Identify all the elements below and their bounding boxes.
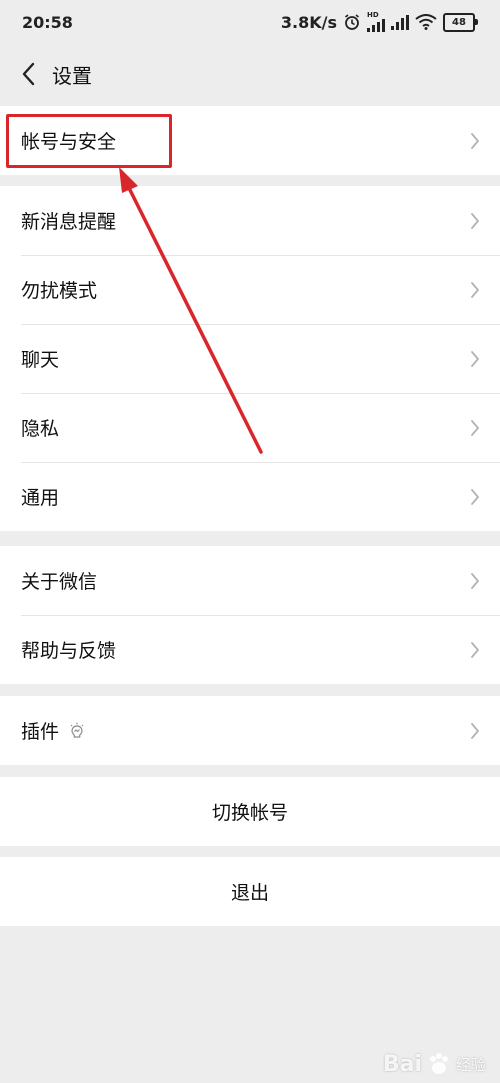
settings-item-label: 勿扰模式 xyxy=(21,280,98,302)
annotation-highlight-box xyxy=(6,114,172,168)
settings-group-about: 关于微信 帮助与反馈 xyxy=(0,546,500,684)
settings-item-plugins[interactable]: 插件 xyxy=(0,696,500,765)
chevron-left-icon xyxy=(22,62,35,86)
battery-level: 48 xyxy=(443,12,475,32)
status-icons: 3.8K/s HD 48 xyxy=(281,12,478,32)
chevron-right-icon xyxy=(470,488,480,506)
settings-item-label: 通用 xyxy=(21,487,60,509)
signal-icon-2 xyxy=(391,14,409,30)
status-time: 20:58 xyxy=(22,12,73,32)
chevron-right-icon xyxy=(470,132,480,150)
switch-account-label: 切换帐号 xyxy=(211,802,288,824)
wifi-icon xyxy=(415,14,437,30)
status-bar: 20:58 3.8K/s HD 48 xyxy=(0,0,500,44)
hd-label: HD xyxy=(367,11,379,19)
hd-signal-group: HD xyxy=(367,12,385,32)
page-title: 设置 xyxy=(52,63,92,88)
nav-bar: 设置 xyxy=(0,44,500,104)
watermark-suffix: 经验 xyxy=(455,1055,486,1074)
chevron-right-icon xyxy=(470,281,480,299)
settings-item-do-not-disturb[interactable]: 勿扰模式 xyxy=(0,255,500,324)
paw-logo-icon xyxy=(429,1053,448,1074)
settings-item-label: 聊天 xyxy=(21,349,60,371)
logout-group: 退出 xyxy=(0,857,500,926)
switch-account-group: 切换帐号 xyxy=(0,777,500,846)
plugin-bulb-icon xyxy=(70,722,84,738)
watermark-brand: Bai xyxy=(382,1051,422,1077)
settings-item-new-message[interactable]: 新消息提醒 xyxy=(0,186,500,255)
settings-item-privacy[interactable]: 隐私 xyxy=(0,393,500,462)
switch-account-button[interactable]: 切换帐号 xyxy=(0,777,500,846)
chevron-right-icon xyxy=(470,212,480,230)
chevron-right-icon xyxy=(470,572,480,590)
settings-item-label: 隐私 xyxy=(21,418,60,440)
chevron-right-icon xyxy=(470,419,480,437)
settings-item-label: 帮助与反馈 xyxy=(21,640,117,662)
settings-item-about-wechat[interactable]: 关于微信 xyxy=(0,546,500,615)
chevron-right-icon xyxy=(470,722,480,740)
settings-group-plugins: 插件 xyxy=(0,696,500,765)
battery-icon: 48 xyxy=(443,12,478,32)
back-button[interactable] xyxy=(4,44,52,104)
settings-item-label-wrap: 插件 xyxy=(21,717,85,744)
settings-item-label: 新消息提醒 xyxy=(21,211,117,233)
chevron-right-icon xyxy=(470,641,480,659)
settings-item-chat[interactable]: 聊天 xyxy=(0,324,500,393)
net-speed: 3.8K/s xyxy=(280,12,337,32)
signal-icon-1 xyxy=(367,19,385,32)
baidu-watermark: Bai 经验 xyxy=(383,1051,486,1077)
settings-item-label: 关于微信 xyxy=(21,571,98,593)
chevron-right-icon xyxy=(470,350,480,368)
settings-item-help-feedback[interactable]: 帮助与反馈 xyxy=(0,615,500,684)
alarm-icon xyxy=(345,14,359,30)
logout-label: 退出 xyxy=(230,882,269,904)
settings-group-general: 新消息提醒 勿扰模式 聊天 隐私 通用 xyxy=(0,186,500,531)
settings-item-general[interactable]: 通用 xyxy=(0,462,500,531)
logout-button[interactable]: 退出 xyxy=(0,857,500,926)
settings-item-label: 插件 xyxy=(21,721,60,743)
battery-tip xyxy=(475,19,478,25)
